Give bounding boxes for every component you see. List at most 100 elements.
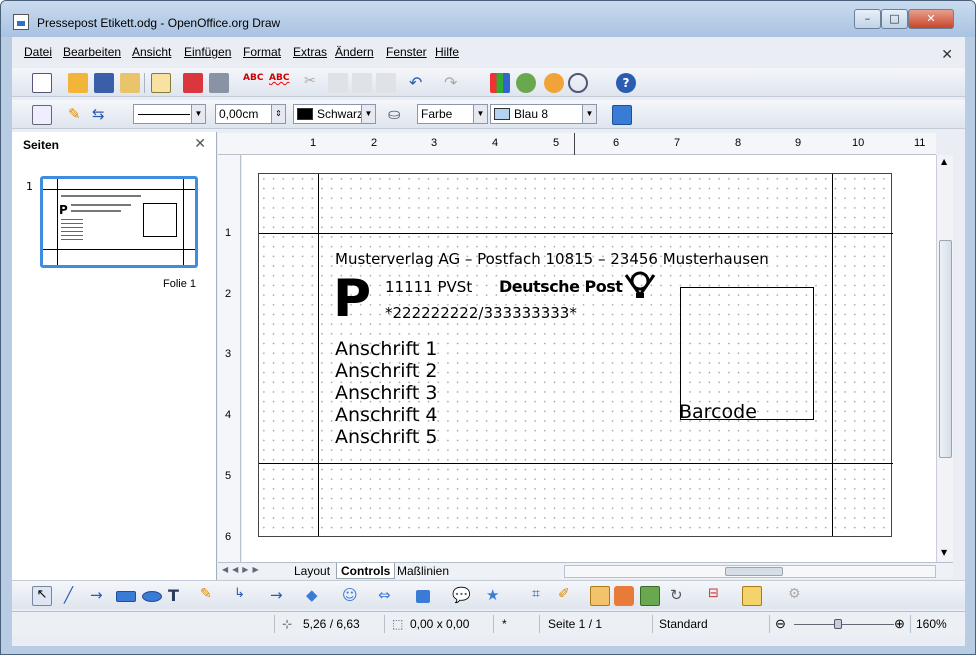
line-color-select[interactable]: Schwarz ▼ (293, 104, 376, 124)
ellipse-icon[interactable] (142, 591, 162, 602)
rectangle-icon[interactable] (116, 591, 136, 602)
basic-shapes-icon[interactable]: ◆ (306, 586, 326, 606)
area-fill-icon[interactable]: ⛀ (388, 105, 408, 125)
address-line-3[interactable]: Anschrift 3 (335, 382, 437, 404)
connector-icon[interactable]: ↳ (234, 586, 254, 606)
fontwork-icon[interactable] (590, 586, 610, 606)
menu-fenster[interactable]: Fenster (386, 45, 427, 59)
stars-icon[interactable]: ★ (486, 586, 506, 606)
address-line-2[interactable]: Anschrift 2 (335, 360, 437, 382)
tab-masslinien[interactable]: Maßlinien (393, 563, 453, 579)
styles-icon[interactable] (32, 105, 52, 125)
close-document-icon[interactable]: ✕ (941, 47, 953, 63)
zoom-in-icon[interactable]: ⊕ (894, 616, 905, 632)
p-mark[interactable]: P (333, 272, 371, 326)
menu-extras[interactable]: Extras (293, 45, 327, 59)
menu-format[interactable]: Format (243, 45, 281, 59)
pdf-icon[interactable] (183, 73, 203, 93)
address-line-1[interactable]: Anschrift 1 (335, 338, 437, 360)
zoom-slider[interactable] (794, 624, 894, 625)
line-icon[interactable]: ✎ (68, 105, 88, 125)
scroll-up-icon[interactable]: ▲ (941, 157, 947, 166)
line-fill-toolbar: ✎ ⇆ ▼ 0,00cm ⇕ Schwarz ▼ ⛀ Farbe ▼ Blau … (12, 100, 965, 129)
drawing-page[interactable]: Musterverlag AG – Postfach 10815 – 23456… (258, 173, 893, 537)
gallery-icon[interactable] (516, 73, 536, 93)
zoom-out-icon[interactable]: ⊖ (775, 616, 786, 632)
menu-datei[interactable]: Datei (24, 45, 52, 59)
vertical-scrollbar[interactable]: ▲ ▼ (936, 155, 953, 562)
email-icon[interactable] (120, 73, 140, 93)
redo-icon[interactable]: ↷ (444, 73, 464, 93)
spellcheck-icon[interactable]: ABC (243, 73, 263, 93)
edit-file-icon[interactable] (151, 73, 171, 93)
print-icon[interactable] (209, 73, 229, 93)
block-arrows-icon[interactable]: ⇔ (378, 586, 398, 606)
sender-line[interactable]: Musterverlag AG – Postfach 10815 – 23456… (335, 250, 769, 268)
extrusion-icon[interactable]: ⚙ (788, 586, 808, 606)
pvst-text[interactable]: 11111 PVSt (385, 278, 472, 296)
gallery-icon[interactable] (640, 586, 660, 606)
maximize-button[interactable]: □ (881, 9, 908, 29)
chart-icon[interactable] (490, 73, 510, 93)
menu-ansicht[interactable]: Ansicht (132, 45, 171, 59)
open-icon[interactable] (68, 73, 88, 93)
arrow-line-icon[interactable]: → (90, 586, 110, 606)
shadow-icon[interactable] (612, 105, 632, 125)
area-style-select[interactable]: Farbe ▼ (417, 104, 488, 124)
line-width-field[interactable]: 0,00cm ⇕ (215, 104, 286, 124)
format-paintbrush-icon[interactable] (376, 73, 396, 93)
from-file-icon[interactable] (614, 586, 634, 606)
flowchart-icon[interactable] (416, 590, 430, 603)
zoom-icon[interactable] (568, 73, 588, 93)
new-icon[interactable] (32, 73, 52, 93)
cut-icon[interactable]: ✂ (304, 73, 324, 93)
navigator-icon[interactable] (544, 73, 564, 93)
symbol-shapes-icon[interactable]: ☺ (342, 586, 362, 606)
callouts-icon[interactable]: 💬 (452, 586, 472, 606)
lines-arrows-icon[interactable]: → (270, 586, 290, 606)
points-icon[interactable]: ⌗ (532, 586, 552, 606)
arrange-icon[interactable] (742, 586, 762, 606)
arrow-style-icon[interactable]: ⇆ (92, 105, 112, 125)
close-pane-icon[interactable]: ✕ (194, 136, 206, 152)
stepper-icon[interactable]: ⇕ (271, 105, 285, 123)
minimize-button[interactable]: – (854, 9, 881, 29)
align-icon[interactable]: ⊟ (708, 586, 728, 606)
curve-icon[interactable]: ✎ (200, 586, 220, 606)
text-icon[interactable]: T (168, 586, 188, 606)
menu-aendern[interactable]: Ändern (335, 45, 374, 59)
drawing-canvas[interactable]: Musterverlag AG – Postfach 10815 – 23456… (242, 155, 936, 562)
tab-layout[interactable]: Layout (290, 563, 334, 579)
slide-thumbnail[interactable]: P (40, 176, 198, 268)
zoom-field[interactable]: 160% (916, 617, 947, 631)
code-text[interactable]: *222222222/333333333* (385, 304, 577, 322)
scroll-down-icon[interactable]: ▼ (941, 548, 947, 557)
rotate-icon[interactable]: ↻ (670, 586, 690, 606)
area-color-select[interactable]: Blau 8 ▼ (490, 104, 597, 124)
scroll-thumb[interactable] (725, 567, 783, 576)
scroll-thumb[interactable] (939, 240, 952, 458)
close-button[interactable]: ✕ (908, 9, 954, 29)
autospell-icon[interactable]: ABC (269, 73, 289, 93)
line-style-select[interactable]: ▼ (133, 104, 206, 124)
horizontal-scrollbar[interactable] (564, 565, 936, 578)
copy-icon[interactable] (328, 73, 348, 93)
menu-bearbeiten[interactable]: Bearbeiten (63, 45, 121, 59)
address-line-4[interactable]: Anschrift 4 (335, 404, 437, 426)
zoom-slider-handle[interactable] (834, 619, 842, 629)
menu-einfuegen[interactable]: Einfügen (184, 45, 231, 59)
help-icon[interactable]: ? (616, 73, 636, 93)
line-icon[interactable]: ╱ (64, 586, 84, 606)
barcode-label[interactable]: Barcode (679, 401, 757, 423)
save-icon[interactable] (94, 73, 114, 93)
address-line-5[interactable]: Anschrift 5 (335, 426, 437, 448)
tab-nav-icons[interactable]: ◀◀▶▶ (222, 565, 263, 574)
tab-controls[interactable]: Controls (336, 563, 396, 579)
select-icon[interactable]: ↖ (32, 586, 52, 606)
modified-indicator[interactable]: * (502, 617, 507, 631)
menu-hilfe[interactable]: Hilfe (435, 45, 459, 59)
undo-icon[interactable]: ↶ (409, 73, 429, 93)
paste-icon[interactable] (352, 73, 372, 93)
glue-points-icon[interactable]: ✐ (558, 586, 578, 606)
deutsche-post-logo[interactable]: Deutsche Post (499, 277, 623, 296)
